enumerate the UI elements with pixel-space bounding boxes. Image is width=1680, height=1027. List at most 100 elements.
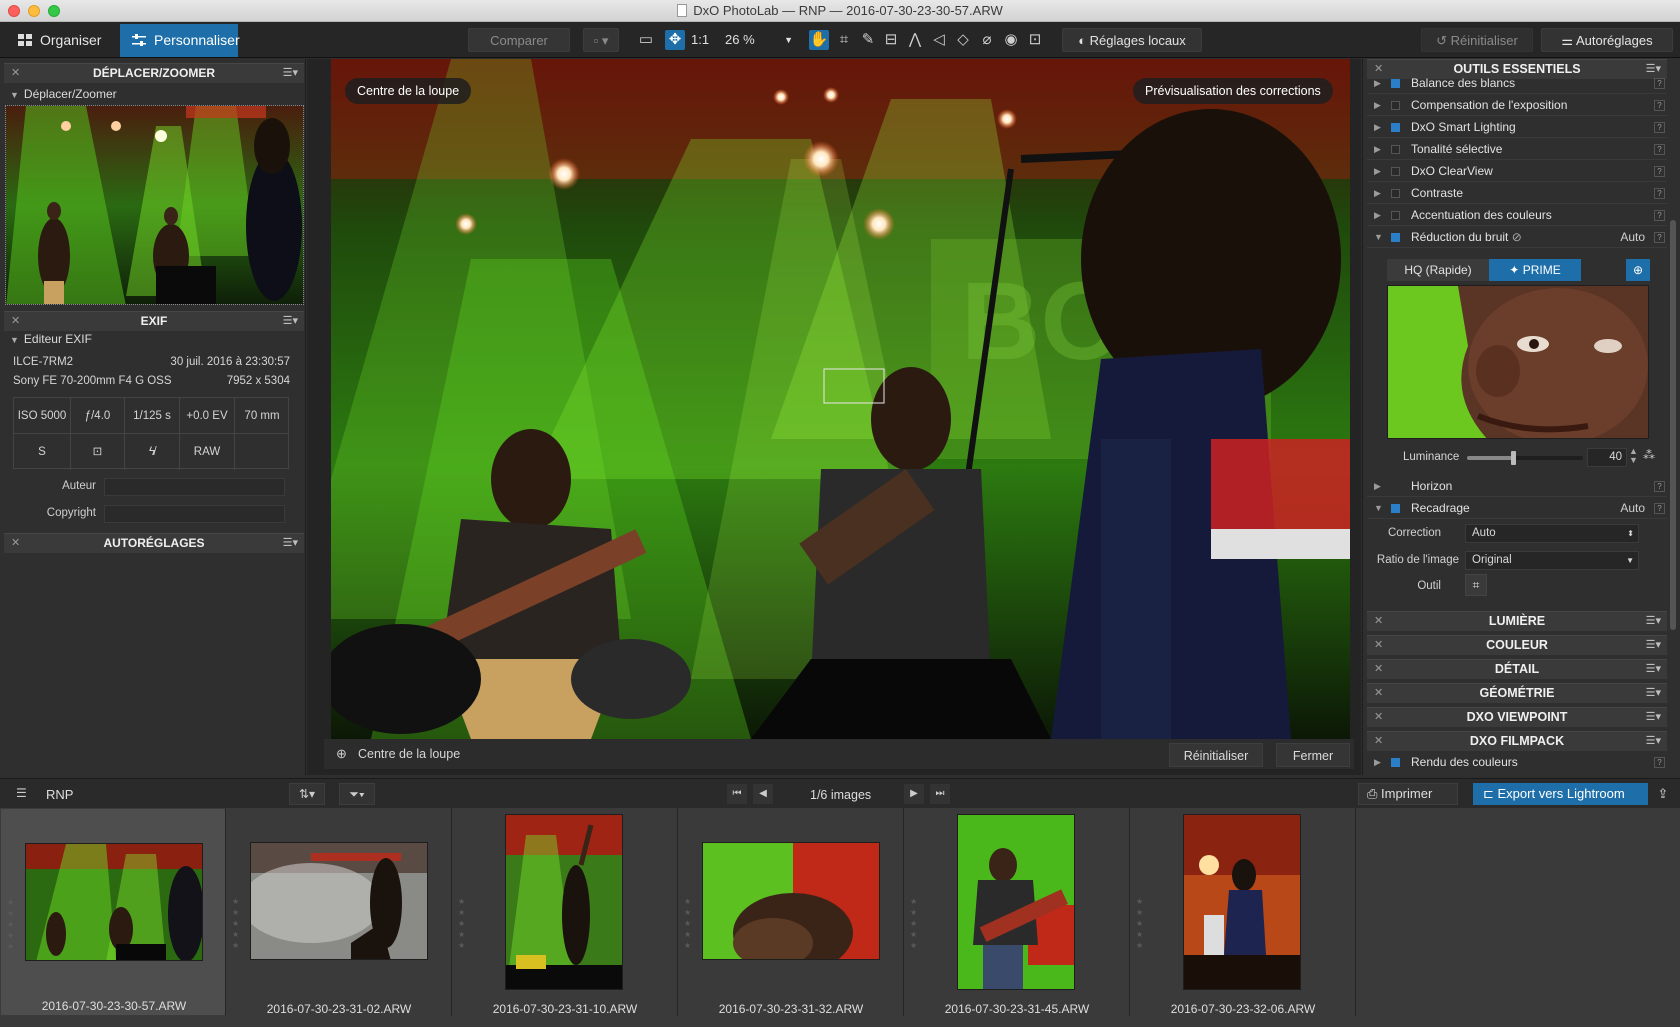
panel-menu-icon[interactable]: ☰▾ [1646, 684, 1661, 703]
panel-menu-icon[interactable]: ☰▾ [1646, 636, 1661, 655]
prev-image-button[interactable]: ◀ [753, 784, 773, 804]
rating-stars[interactable]: ★ ★ ★ ★ ★ [1136, 896, 1144, 951]
film-item-6[interactable]: ★ ★ ★ ★ ★ 2016-07-30-23-32-06.ARW [1130, 808, 1356, 1016]
noise-preview-loupe[interactable] [1387, 285, 1649, 439]
main-photo[interactable]: BOR [331, 59, 1350, 739]
tool-white-balance[interactable]: ▶ Balance des blancs? [1367, 73, 1667, 94]
panel-menu-icon[interactable]: ☰▾ [283, 312, 298, 331]
tool-checkbox[interactable] [1391, 101, 1400, 110]
move-zoom-subheader[interactable]: Déplacer/Zoomer [10, 87, 117, 101]
expand-icon[interactable]: ▶ [1374, 476, 1381, 497]
tab-customize[interactable]: Personnaliser [120, 24, 240, 57]
viewer-reset-button[interactable]: Réinitialiser [1169, 743, 1263, 767]
tool-crop[interactable]: ▼ Recadrage Auto? [1367, 498, 1667, 519]
tool-exposure[interactable]: ▶ Compensation de l'exposition? [1367, 95, 1667, 116]
red-eye-icon[interactable]: ◉ [1001, 30, 1021, 50]
close-icon[interactable]: ✕ [11, 64, 20, 83]
expand-icon[interactable]: ▶ [1374, 139, 1381, 160]
help-icon[interactable]: ? [1654, 503, 1665, 514]
sort-dropdown[interactable]: ⇅▾ [289, 783, 325, 805]
perspective-eight-icon[interactable]: ◇ [953, 30, 973, 50]
close-icon[interactable]: ✕ [1374, 660, 1383, 679]
tool-selective-tone[interactable]: ▶ Tonalité sélective? [1367, 139, 1667, 160]
panel-menu-icon[interactable]: ☰▾ [283, 64, 298, 83]
prime-button[interactable]: ✦ PRIME [1489, 259, 1581, 281]
tool-contrast[interactable]: ▶ Contraste? [1367, 183, 1667, 204]
rating-stars[interactable]: ★ ★ ★ ★ ★ [684, 896, 692, 951]
help-icon[interactable]: ? [1654, 481, 1665, 492]
correction-select[interactable]: Auto ⬍ [1465, 524, 1639, 543]
panel-menu-icon[interactable]: ☰▾ [1646, 732, 1661, 751]
tool-vibrancy[interactable]: ▶ Accentuation des couleurs? [1367, 205, 1667, 226]
viewer-close-button[interactable]: Fermer [1276, 743, 1350, 767]
hand-tool-icon[interactable]: ✋ [809, 30, 829, 50]
exif-panel-header[interactable]: ✕ EXIF ☰▾ [4, 311, 304, 331]
tool-checkbox[interactable] [1391, 79, 1400, 88]
repair-icon[interactable]: ⌀ [977, 30, 997, 50]
close-icon[interactable]: ✕ [1374, 732, 1383, 751]
luminance-value-field[interactable]: 40 [1587, 448, 1627, 467]
film-item-5[interactable]: ★ ★ ★ ★ ★ 2016-07-30-23-31-45.ARW [904, 808, 1130, 1016]
tab-organize[interactable]: Organiser [6, 24, 111, 57]
tool-checkbox[interactable] [1391, 123, 1400, 132]
panel-menu-icon[interactable]: ☰▾ [283, 534, 298, 553]
help-icon[interactable]: ? [1654, 757, 1665, 768]
close-icon[interactable]: ✕ [11, 312, 20, 331]
tool-checkbox[interactable] [1391, 504, 1400, 513]
ratio-select[interactable]: Original ▼ [1465, 551, 1639, 570]
crop-tool-button[interactable]: ⌗ [1465, 574, 1487, 596]
section-header-color[interactable]: ✕ COULEUR ☰▾ [1367, 635, 1667, 655]
copyright-input[interactable] [104, 505, 285, 523]
help-icon[interactable]: ? [1654, 188, 1665, 199]
tool-checkbox[interactable] [1391, 211, 1400, 220]
panel-menu-icon[interactable]: ☰▾ [1646, 612, 1661, 631]
hide-eye-icon[interactable]: ⊘ [1512, 230, 1522, 244]
expand-icon[interactable]: ▶ [1374, 73, 1381, 94]
film-item-1[interactable]: ★ ★ ★ ★ ★ 2016-07-30-23-30-57.ARW [0, 808, 226, 1016]
rating-stars[interactable]: ★ ★ ★ ★ ★ [232, 896, 240, 951]
close-window-button[interactable] [8, 5, 20, 17]
section-header-light[interactable]: ✕ LUMIÈRE ☰▾ [1367, 611, 1667, 631]
help-icon[interactable]: ? [1654, 78, 1665, 89]
navigator-thumbnail[interactable] [5, 105, 304, 305]
expand-icon[interactable]: ▶ [1374, 205, 1381, 226]
rating-stars[interactable]: ★ ★ ★ ★ ★ [458, 896, 466, 951]
tool-checkbox[interactable] [1391, 145, 1400, 154]
move-icon[interactable]: ✥ [665, 30, 685, 50]
tool-smart-lighting[interactable]: ▶ DxO Smart Lighting? [1367, 117, 1667, 138]
crop-icon[interactable]: ⌗ [834, 30, 854, 50]
one-to-one-button[interactable]: 1:1 [691, 28, 709, 52]
expand-icon[interactable]: ▶ [1374, 117, 1381, 138]
stepper-icon[interactable]: ▲ ▼ [1629, 447, 1638, 465]
close-icon[interactable]: ✕ [1374, 684, 1383, 703]
filter-dropdown[interactable]: ⏷▾ [339, 783, 375, 805]
reset-button[interactable]: ↺ Réinitialiser [1421, 28, 1533, 52]
film-item-3[interactable]: ★ ★ ★ ★ ★ 2016-07-30-23-31-10.ARW [452, 808, 678, 1016]
help-icon[interactable]: ? [1654, 232, 1665, 243]
eyedropper-icon[interactable]: ✎ [858, 30, 878, 50]
section-header-viewpoint[interactable]: ✕ DXO VIEWPOINT ☰▾ [1367, 707, 1667, 727]
section-header-geometry[interactable]: ✕ GÉOMÉTRIE ☰▾ [1367, 683, 1667, 703]
zoom-select[interactable]: 26 % ▼ [725, 28, 793, 52]
luminance-slider[interactable] [1467, 451, 1583, 465]
layout-dropdown[interactable]: ▫ ▾ [583, 28, 619, 52]
close-icon[interactable]: ✕ [11, 534, 20, 553]
help-icon[interactable]: ? [1654, 144, 1665, 155]
tool-clearview[interactable]: ▶ DxO ClearView? [1367, 161, 1667, 182]
expand-icon[interactable]: ▶ [1374, 183, 1381, 204]
help-icon[interactable]: ? [1654, 122, 1665, 133]
luminance-slider-handle[interactable] [1511, 451, 1517, 465]
right-panel-scrollbar[interactable] [1670, 220, 1676, 630]
film-item-4[interactable]: ★ ★ ★ ★ ★ 2016-07-30-23-31-32.ARW [678, 808, 904, 1016]
move-zoom-panel-header[interactable]: ✕ DÉPLACER/ZOOMER ☰▾ [4, 63, 304, 83]
tool-checkbox[interactable] [1391, 758, 1400, 767]
rating-stars[interactable]: ★ ★ ★ ★ ★ [910, 896, 918, 951]
expand-icon[interactable]: ▶ [1374, 161, 1381, 182]
auto-adjust-button[interactable]: ⚌ Autoréglages [1541, 28, 1673, 52]
help-icon[interactable]: ? [1654, 100, 1665, 111]
local-adjust-button[interactable]: ◐ Réglages locaux [1062, 28, 1202, 52]
first-image-button[interactable]: ⏮ [727, 784, 747, 804]
tool-horizon[interactable]: ▶ Horizon? [1367, 476, 1667, 497]
magic-wand-icon[interactable]: ⁂ [1643, 448, 1655, 462]
panel-menu-icon[interactable]: ☰▾ [1646, 708, 1661, 727]
